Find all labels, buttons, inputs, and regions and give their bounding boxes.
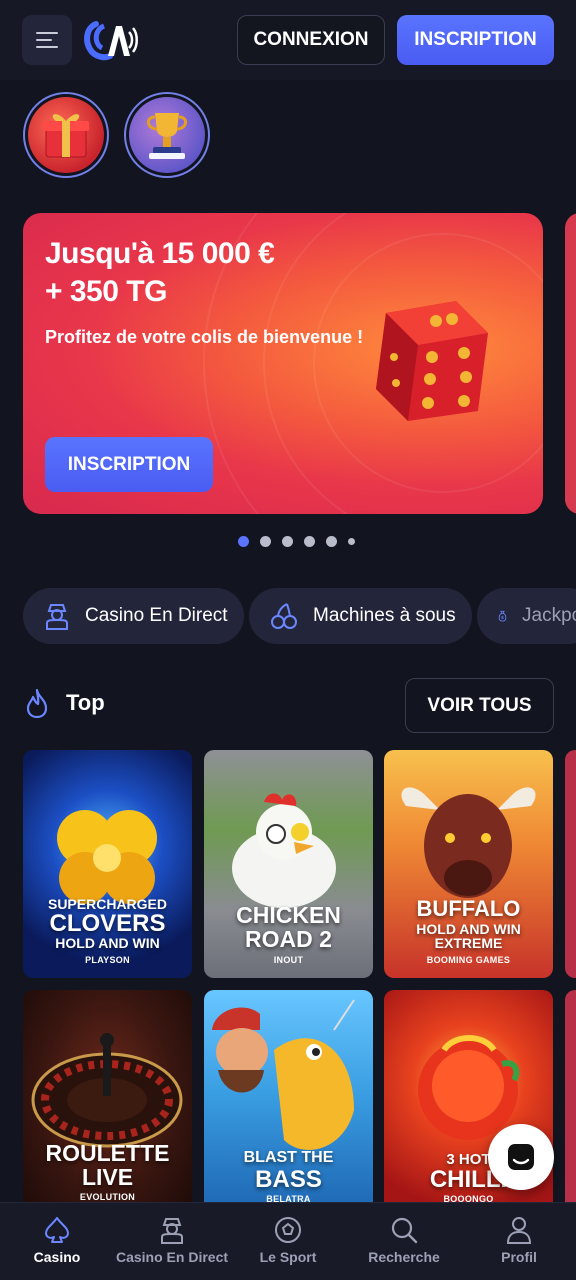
- game-title-line: LIVE: [81, 1164, 134, 1190]
- category-live-casino[interactable]: Casino En Direct: [23, 588, 244, 644]
- bottom-navigation: Casino Casino En Direct Le Sport Recherc…: [0, 1202, 576, 1280]
- top-header: CONNEXION INSCRIPTION: [0, 0, 576, 80]
- soccer-ball-icon: [275, 1217, 301, 1243]
- category-jackpots[interactable]: $ Jackpots: [477, 588, 576, 644]
- chat-icon: [508, 1144, 534, 1170]
- game-tile[interactable]: BUFFALO HOLD AND WIN EXTREME BOOMING GAM…: [384, 750, 553, 978]
- nav-sport[interactable]: Le Sport: [248, 1203, 328, 1280]
- nav-label: Profil: [501, 1249, 537, 1265]
- menu-button[interactable]: [22, 15, 72, 65]
- nav-label: Le Sport: [259, 1249, 317, 1265]
- game-tile[interactable]: ROULETTE LIVE EVOLUTION: [23, 990, 192, 1218]
- carousel-dot[interactable]: [282, 536, 293, 547]
- game-tile-peek[interactable]: [565, 750, 576, 978]
- game-title-line: ROAD 2: [245, 926, 332, 952]
- carousel-dots: [238, 536, 355, 547]
- game-provider: PLAYSON: [85, 955, 130, 965]
- section-title-text: Top: [66, 690, 105, 715]
- category-label: Casino En Direct: [85, 605, 228, 626]
- game-title-line: CLOVERS: [49, 910, 166, 937]
- cherry-icon: [271, 603, 297, 629]
- promo-trophy[interactable]: [124, 92, 210, 178]
- dealer-icon: [46, 604, 68, 630]
- section-title: Top: [24, 688, 105, 718]
- user-icon: [506, 1217, 532, 1244]
- dealer-icon: [161, 1218, 183, 1244]
- category-label: Jackpots: [522, 605, 576, 626]
- banner-subtitle: Profitez de votre colis de bienvenue !: [45, 327, 364, 347]
- game-tile[interactable]: BLAST THE BASS BELATRA: [204, 990, 373, 1218]
- game-provider: INOUT: [273, 955, 304, 965]
- nav-profile[interactable]: Profil: [488, 1203, 550, 1280]
- welcome-banner[interactable]: Jusqu'à 15 000 € + 350 TG Profitez de vo…: [23, 213, 543, 514]
- carousel-dot[interactable]: [326, 536, 337, 547]
- banner-title: Jusqu'à 15 000 € + 350 TG: [45, 237, 275, 308]
- carousel-dot[interactable]: [238, 536, 249, 547]
- trophy-icon: [147, 113, 187, 159]
- game-title-line: SUPERCHARGED: [47, 896, 167, 912]
- signup-button[interactable]: INSCRIPTION: [397, 15, 554, 65]
- nav-live-casino[interactable]: Casino En Direct: [112, 1203, 232, 1280]
- see-all-button[interactable]: VOIR TOUS: [405, 678, 554, 733]
- game-title-line: BLAST THE: [243, 1149, 334, 1166]
- next-banner-peek[interactable]: [565, 213, 576, 514]
- flame-icon: [26, 688, 48, 718]
- nav-label: Casino: [33, 1249, 81, 1265]
- game-provider: BOOMING GAMES: [426, 955, 511, 965]
- nav-search[interactable]: Recherche: [356, 1203, 452, 1280]
- game-title-line: ROULETTE: [45, 1140, 170, 1166]
- svg-text:$: $: [501, 615, 504, 620]
- nav-casino[interactable]: Casino: [18, 1203, 96, 1280]
- gift-icon: [43, 114, 89, 158]
- game-provider: EVOLUTION: [79, 1192, 136, 1202]
- money-bag-icon: $: [498, 610, 507, 622]
- game-tile-peek[interactable]: [565, 990, 576, 1218]
- game-title-line: EXTREME: [434, 935, 503, 951]
- search-icon: [391, 1217, 418, 1244]
- brand-logo[interactable]: [82, 18, 138, 62]
- category-label: Machines à sous: [313, 605, 456, 626]
- nav-label: Casino En Direct: [115, 1249, 229, 1265]
- game-title-line: HOLD AND WIN: [416, 921, 521, 937]
- game-tile[interactable]: CHICKEN ROAD 2 INOUT: [204, 750, 373, 978]
- promo-gift[interactable]: [23, 92, 109, 178]
- carousel-dot[interactable]: [304, 536, 315, 547]
- support-chat-button[interactable]: [488, 1124, 554, 1190]
- game-title-line: HOLD AND WIN: [55, 935, 160, 951]
- game-title-line: BUFFALO: [416, 896, 521, 921]
- banner-signup-button[interactable]: INSCRIPTION: [45, 437, 213, 492]
- spade-icon: [45, 1217, 69, 1243]
- game-tile[interactable]: SUPERCHARGED CLOVERS HOLD AND WIN PLAYSO…: [23, 750, 192, 978]
- nav-label: Recherche: [368, 1249, 440, 1265]
- game-title-line: BASS: [255, 1166, 322, 1193]
- login-button[interactable]: CONNEXION: [237, 15, 385, 65]
- dice-icon: [376, 301, 488, 421]
- menu-icon: [36, 32, 58, 34]
- game-title-line: CHICKEN: [236, 902, 341, 928]
- category-slots[interactable]: Machines à sous: [249, 588, 472, 644]
- carousel-dot[interactable]: [260, 536, 271, 547]
- carousel-dot[interactable]: [348, 538, 355, 545]
